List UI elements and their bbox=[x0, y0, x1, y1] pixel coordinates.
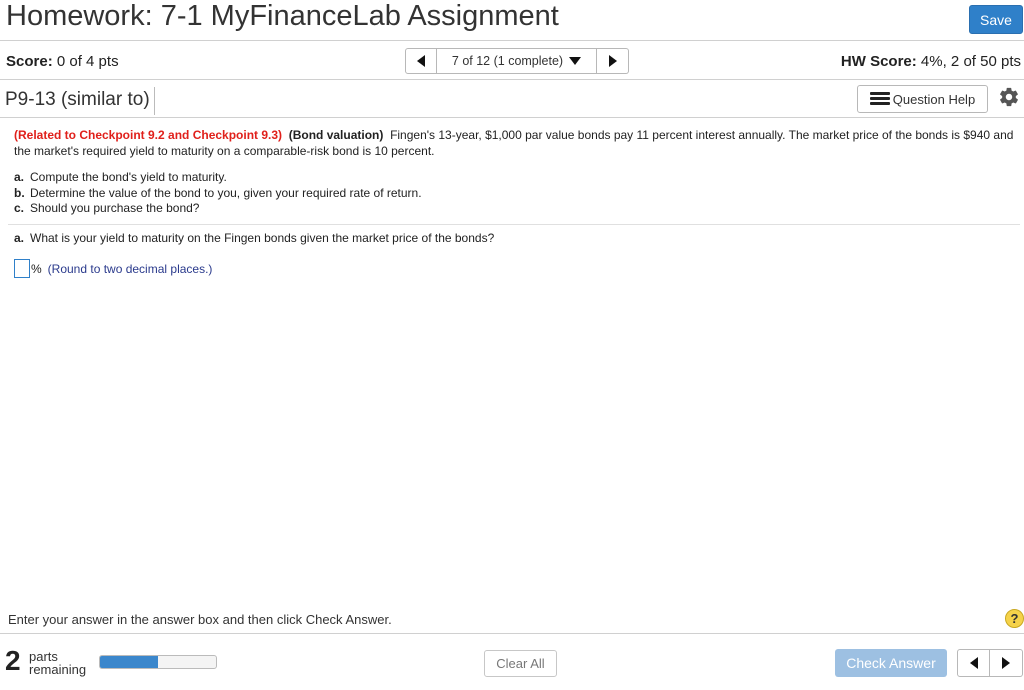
help-icon[interactable]: ? bbox=[1005, 609, 1024, 628]
list-item: c. Should you purchase the bond? bbox=[14, 201, 200, 215]
assignment-title: Homework: 7-1 MyFinanceLab Assignment bbox=[6, 0, 559, 32]
question-help-button[interactable]: Question Help bbox=[857, 85, 988, 113]
gear-icon[interactable] bbox=[998, 86, 1020, 108]
parts-remaining-label: parts remaining bbox=[29, 649, 87, 677]
score-display: Score: 0 of 4 pts bbox=[6, 53, 119, 70]
question-id: P9-13 (similar to) bbox=[5, 87, 155, 115]
problem-statement: (Related to Checkpoint 9.2 and Checkpoin… bbox=[14, 127, 1014, 159]
list-item: b. Determine the value of the bond to you… bbox=[14, 185, 422, 200]
clear-all-button[interactable]: Clear All bbox=[484, 650, 557, 677]
answer-unit: % bbox=[31, 261, 42, 276]
problem-parts-list: a. Compute the bond's yield to maturity. … bbox=[14, 170, 422, 217]
list-icon bbox=[869, 92, 890, 106]
score-label: Score: bbox=[6, 53, 53, 70]
arrow-left-icon bbox=[417, 55, 425, 67]
rounding-hint: (Round to two decimal places.) bbox=[47, 261, 213, 276]
progress-fill bbox=[100, 656, 158, 668]
question-position: 7 of 12 (1 complete) bbox=[451, 54, 564, 68]
arrow-left-icon bbox=[969, 657, 978, 669]
bottom-question-navigator bbox=[957, 649, 1023, 677]
parts-remaining-count: 2 bbox=[5, 645, 21, 676]
current-part-text: What is your yield to maturity on the Fi… bbox=[30, 231, 495, 245]
parts-progress-bar bbox=[99, 655, 217, 669]
list-item: a. Compute the bond's yield to maturity. bbox=[14, 170, 227, 184]
question-select-dropdown[interactable]: 7 of 12 (1 complete) bbox=[437, 48, 597, 74]
answer-row: % (Round to two decimal places.) bbox=[14, 259, 212, 278]
save-button[interactable]: Save bbox=[969, 5, 1023, 34]
question-navigator: 7 of 12 (1 complete) bbox=[405, 48, 629, 74]
scorebar-divider bbox=[0, 79, 1024, 80]
answer-input[interactable] bbox=[14, 259, 30, 278]
current-part-question: a. What is your yield to maturity on the … bbox=[14, 231, 495, 245]
header-divider bbox=[0, 40, 1024, 41]
hw-score-display: HW Score: 4%, 2 of 50 pts bbox=[841, 53, 1021, 70]
question-help-label: Question Help bbox=[892, 91, 976, 107]
previous-question-button[interactable] bbox=[405, 48, 437, 74]
check-answer-button[interactable]: Check Answer bbox=[835, 649, 947, 677]
score-value: 0 of 4 pts bbox=[56, 53, 119, 70]
arrow-right-icon bbox=[1002, 657, 1010, 669]
question-header-divider bbox=[0, 117, 1024, 118]
arrow-right-icon bbox=[608, 55, 617, 67]
caret-down-icon bbox=[569, 57, 582, 65]
part-divider bbox=[8, 224, 1020, 225]
footer-divider bbox=[0, 633, 1024, 634]
next-question-button[interactable] bbox=[990, 649, 1023, 677]
hw-score-label: HW Score: bbox=[840, 53, 917, 70]
problem-topic: (Bond valuation) bbox=[288, 128, 384, 142]
next-question-button[interactable] bbox=[597, 48, 629, 74]
related-checkpoints: (Related to Checkpoint 9.2 and Checkpoin… bbox=[14, 128, 283, 142]
hw-score-value: 4%, 2 of 50 pts bbox=[920, 53, 1021, 70]
previous-question-button[interactable] bbox=[957, 649, 990, 677]
answer-instruction: Enter your answer in the answer box and … bbox=[8, 612, 392, 627]
